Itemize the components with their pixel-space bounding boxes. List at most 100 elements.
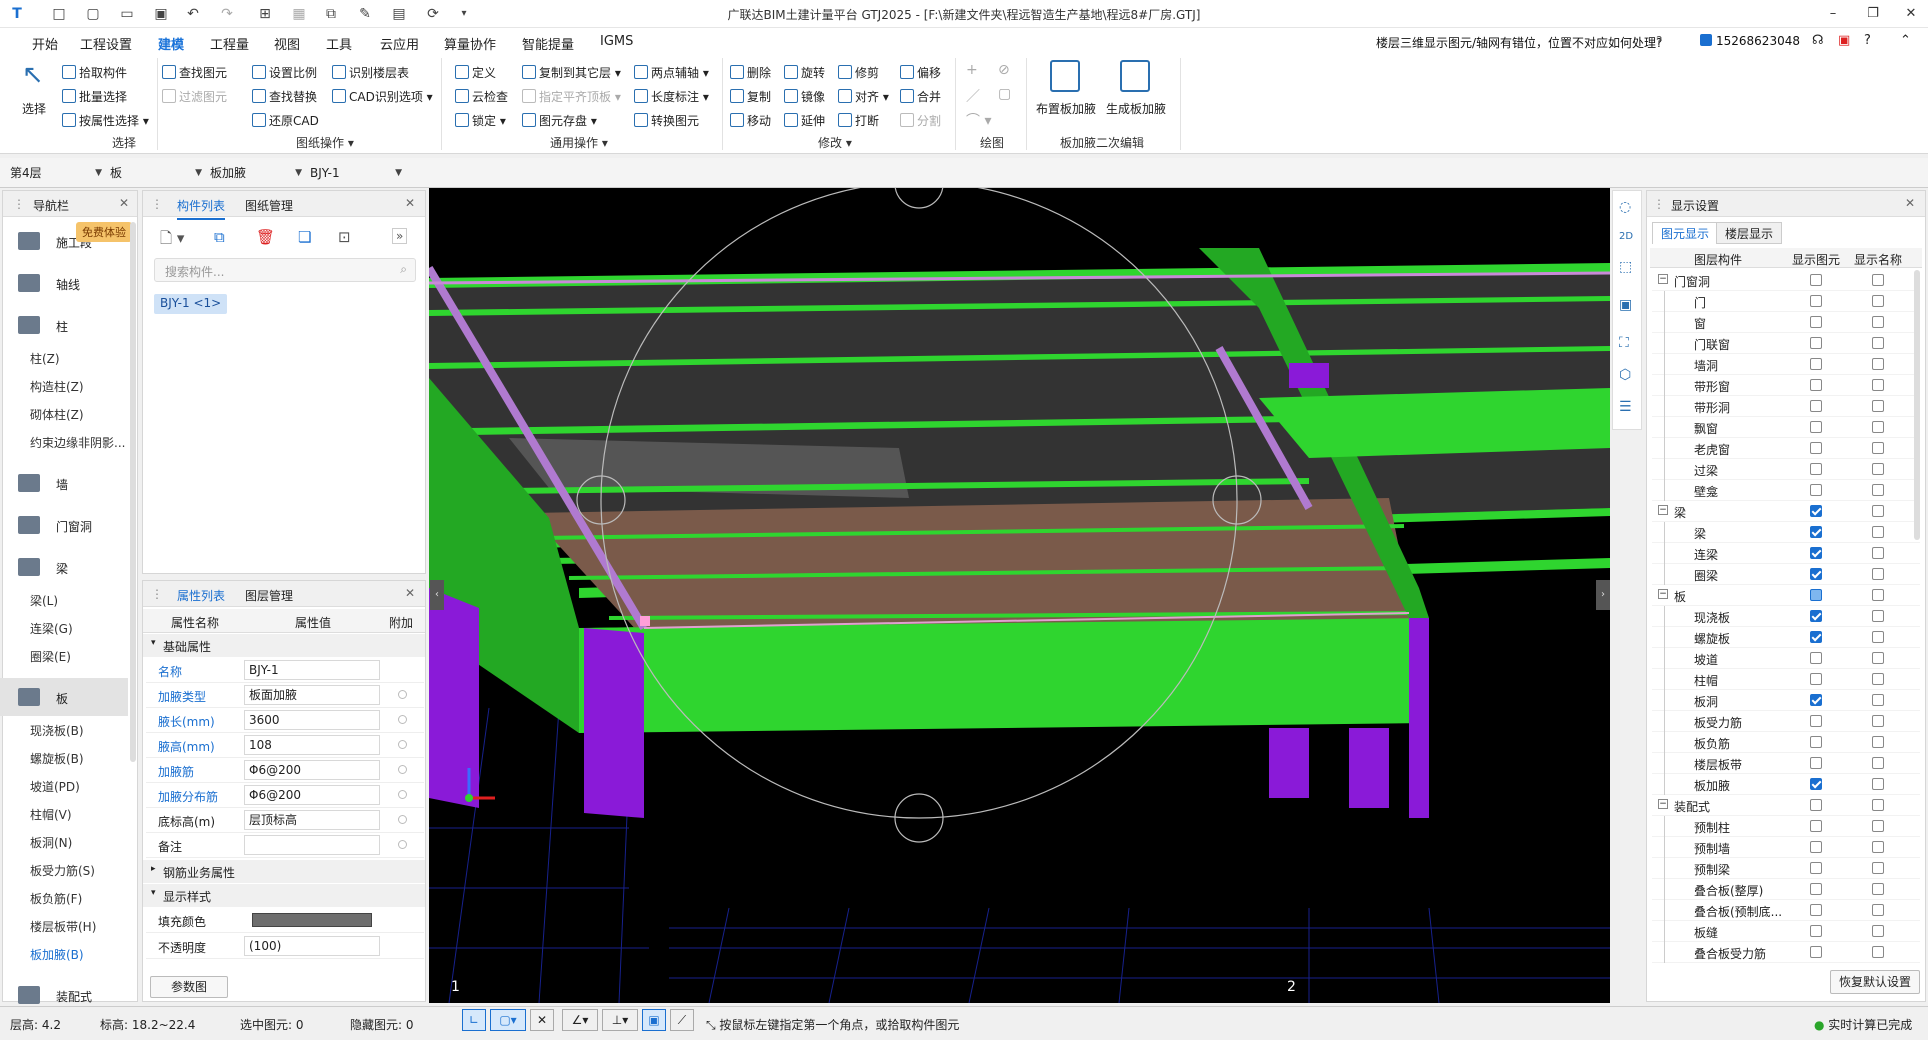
property-value-input[interactable]: [244, 835, 380, 855]
define-button[interactable]: 定义: [455, 64, 496, 81]
trim-button[interactable]: 修剪: [838, 64, 879, 81]
offset-button[interactable]: 偏移: [900, 64, 941, 81]
export-icon[interactable]: ⊡: [338, 228, 351, 246]
nav-sub-item[interactable]: 螺旋板(B): [30, 750, 84, 767]
nav-item-5[interactable]: 梁: [0, 548, 128, 586]
property-value-input[interactable]: 108: [244, 735, 380, 755]
menu-quantity[interactable]: 工程量: [210, 34, 249, 53]
show-name-checkbox[interactable]: [1872, 526, 1884, 538]
nav-sub-item[interactable]: 现浇板(B): [30, 722, 84, 739]
help-icon[interactable]: ?: [1864, 33, 1871, 48]
show-element-checkbox[interactable]: [1810, 610, 1822, 622]
generate-haunch-button[interactable]: 生成板加腋: [1106, 100, 1166, 117]
show-element-checkbox[interactable]: [1810, 841, 1822, 853]
tree-collapse-icon[interactable]: −: [1658, 505, 1668, 515]
show-name-checkbox[interactable]: [1872, 568, 1884, 580]
component-select[interactable]: BJY-1 ▼: [310, 163, 404, 183]
cloud-check-button[interactable]: 云检查: [455, 88, 508, 105]
property-value-input[interactable]: Φ6@200: [244, 785, 380, 805]
nav-sub-item[interactable]: 柱帽(V): [30, 806, 72, 823]
close-icon[interactable]: ✕: [405, 196, 415, 210]
draw-point-icon[interactable]: +: [966, 62, 978, 78]
show-name-checkbox[interactable]: [1872, 883, 1884, 895]
new-component-icon[interactable]: 🗋 ▾: [160, 228, 184, 253]
tab-property-list[interactable]: 属性列表: [177, 587, 225, 604]
ortho-toggle-icon[interactable]: ∟: [462, 1009, 486, 1031]
show-name-checkbox[interactable]: [1872, 505, 1884, 517]
more-icon[interactable]: »: [392, 228, 408, 244]
convert-element-button[interactable]: 转换图元: [634, 112, 699, 129]
generate-haunch-icon[interactable]: [1120, 60, 1150, 92]
view-cube-icon[interactable]: ▣: [1619, 297, 1632, 313]
opacity-value[interactable]: (100): [244, 936, 380, 956]
orbit-icon[interactable]: ◌: [1619, 199, 1631, 215]
find-replace-button[interactable]: 查找替换: [252, 88, 317, 105]
show-name-checkbox[interactable]: [1872, 631, 1884, 643]
nav-item-1[interactable]: 轴线: [0, 264, 128, 302]
two-point-axis-button[interactable]: 两点辅轴 ▾: [634, 64, 709, 81]
menu-smart[interactable]: 智能提量: [522, 34, 574, 53]
tree-collapse-icon[interactable]: −: [1658, 589, 1668, 599]
copy-component-icon[interactable]: ⧉: [214, 228, 225, 246]
display-scrollbar[interactable]: [1914, 270, 1920, 540]
show-name-checkbox[interactable]: [1872, 799, 1884, 811]
3d-model-view[interactable]: 1 2: [429, 188, 1610, 1003]
align-button[interactable]: 对齐 ▾: [838, 88, 889, 105]
dynamic-input-icon[interactable]: ▣: [642, 1009, 666, 1031]
show-name-checkbox[interactable]: [1872, 673, 1884, 685]
nav-sub-item[interactable]: 板加腋(B): [30, 946, 84, 963]
show-element-checkbox[interactable]: [1810, 883, 1822, 895]
show-element-checkbox[interactable]: [1810, 379, 1822, 391]
show-name-checkbox[interactable]: [1872, 400, 1884, 412]
show-name-checkbox[interactable]: [1872, 715, 1884, 727]
show-element-checkbox[interactable]: [1810, 505, 1822, 517]
param-diagram-button[interactable]: 参数图: [150, 976, 228, 998]
zoom-extent-icon[interactable]: ⛶: [1619, 335, 1629, 351]
show-element-checkbox[interactable]: [1810, 631, 1822, 643]
show-name-checkbox[interactable]: [1872, 463, 1884, 475]
show-name-checkbox[interactable]: [1872, 862, 1884, 874]
nav-sub-item[interactable]: 柱(Z): [30, 350, 60, 367]
nav-sub-item[interactable]: 板受力筋(S): [30, 862, 95, 879]
show-element-checkbox[interactable]: [1810, 463, 1822, 475]
drag-handle-icon[interactable]: ⋮: [1653, 197, 1665, 211]
attach-radio[interactable]: [398, 740, 407, 749]
draw-rect-icon[interactable]: ▢: [998, 86, 1011, 102]
tab-drawing-management[interactable]: 图纸管理: [245, 197, 293, 214]
break-button[interactable]: 打断: [838, 112, 879, 129]
attach-radio[interactable]: [398, 765, 407, 774]
section-basic[interactable]: ▾ 基础属性: [143, 634, 425, 657]
type-select[interactable]: 板 ▼: [110, 163, 204, 183]
attach-radio[interactable]: [398, 815, 407, 824]
collapse-right-icon[interactable]: ›: [1596, 580, 1610, 610]
show-element-checkbox[interactable]: [1810, 736, 1822, 748]
cube-settings-icon[interactable]: ⬡: [1619, 367, 1631, 383]
collapse-ribbon-icon[interactable]: ⌃: [1900, 33, 1911, 48]
minimize-button[interactable]: –: [1818, 4, 1848, 24]
show-element-checkbox[interactable]: [1810, 925, 1822, 937]
tree-collapse-icon[interactable]: −: [1658, 274, 1668, 284]
show-element-checkbox[interactable]: [1810, 652, 1822, 664]
drag-handle-icon[interactable]: ⋮: [13, 197, 25, 211]
2d-view-icon[interactable]: 2D: [1619, 231, 1633, 242]
place-haunch-icon[interactable]: [1050, 60, 1080, 92]
nav-sub-item[interactable]: 板负筋(F): [30, 890, 82, 907]
close-icon[interactable]: ✕: [119, 196, 129, 210]
show-element-checkbox[interactable]: [1810, 589, 1822, 601]
restore-button[interactable]: ❐: [1858, 4, 1888, 24]
merge-button[interactable]: 合并: [900, 88, 941, 105]
show-element-checkbox[interactable]: [1810, 673, 1822, 685]
show-name-checkbox[interactable]: [1872, 316, 1884, 328]
angle-snap-icon[interactable]: ∠▾: [562, 1009, 598, 1031]
menu-igms[interactable]: IGMS: [600, 34, 633, 49]
menu-start[interactable]: 开始: [32, 34, 58, 53]
show-element-checkbox[interactable]: [1810, 526, 1822, 538]
nav-item-4[interactable]: 门窗洞: [0, 506, 128, 544]
delete-component-icon[interactable]: 🗑: [256, 228, 275, 246]
show-name-checkbox[interactable]: [1872, 946, 1884, 958]
show-name-checkbox[interactable]: [1872, 841, 1884, 853]
nav-sub-item[interactable]: 梁(L): [30, 592, 58, 609]
user-phone[interactable]: 15268623048: [1716, 34, 1800, 48]
batch-select-button[interactable]: 批量选择: [62, 88, 127, 105]
section-rebar[interactable]: ▸ 钢筋业务属性: [143, 860, 425, 883]
